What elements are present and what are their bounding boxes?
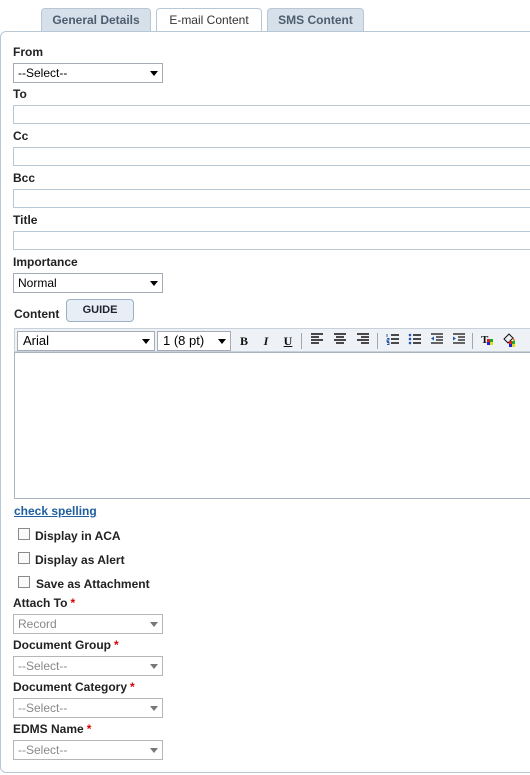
display-as-alert-checkbox[interactable] xyxy=(18,552,30,564)
document-category-value: --Select-- xyxy=(18,701,68,715)
required-mark: * xyxy=(86,722,92,736)
align-right-icon[interactable] xyxy=(355,333,371,349)
font-family-value: Arial xyxy=(23,333,50,348)
display-in-aca-checkbox[interactable] xyxy=(18,528,30,540)
font-size-value: 1 (8 pt) xyxy=(163,333,205,348)
to-label: To xyxy=(13,87,27,101)
required-mark: * xyxy=(70,596,76,610)
underline-button[interactable]: U xyxy=(280,333,296,349)
attach-to-label: Attach To * xyxy=(13,596,76,610)
required-mark: * xyxy=(130,680,135,694)
cc-label: Cc xyxy=(13,129,29,143)
toolbar-separator xyxy=(472,333,473,349)
edms-name-label: EDMS Name * xyxy=(13,722,92,736)
bcc-label: Bcc xyxy=(13,171,36,185)
align-center-icon[interactable] xyxy=(332,333,348,349)
numbered-list-icon[interactable] xyxy=(385,333,401,349)
chevron-down-icon xyxy=(150,281,158,286)
title-input[interactable] xyxy=(13,231,530,250)
importance-select[interactable]: Normal xyxy=(13,273,163,293)
edms-name-select[interactable]: --Select-- xyxy=(13,740,163,760)
document-group-select[interactable]: --Select-- xyxy=(13,656,163,676)
chevron-down-icon xyxy=(150,622,158,627)
align-left-icon[interactable] xyxy=(309,333,325,349)
from-select-value: --Select-- xyxy=(18,66,68,80)
document-category-select[interactable]: --Select-- xyxy=(13,698,163,718)
title-label: Title xyxy=(13,213,38,227)
toolbar-separator xyxy=(301,333,302,349)
italic-button[interactable]: I xyxy=(258,333,274,349)
attach-to-select[interactable]: Record xyxy=(13,614,163,634)
chevron-down-icon xyxy=(150,748,158,753)
text-color-icon[interactable]: T xyxy=(480,333,496,349)
document-group-label: Document Group * xyxy=(13,638,119,652)
save-as-attachment-checkbox[interactable] xyxy=(18,576,30,588)
tab-general-details[interactable]: General Details xyxy=(41,8,151,31)
from-label: From xyxy=(13,45,43,59)
chevron-down-icon xyxy=(150,664,158,669)
document-group-value: --Select-- xyxy=(18,659,68,673)
toolbar-separator xyxy=(377,333,378,349)
required-mark: * xyxy=(114,638,119,652)
editor-toolbar: Arial 1 (8 pt) B I U T xyxy=(14,328,530,352)
chevron-down-icon xyxy=(150,71,158,76)
from-select[interactable]: --Select-- xyxy=(13,63,163,83)
to-input[interactable] xyxy=(13,105,530,124)
guide-button[interactable]: GUIDE xyxy=(66,299,134,322)
content-editor[interactable] xyxy=(14,352,530,499)
font-family-select[interactable]: Arial xyxy=(17,331,155,351)
chevron-down-icon xyxy=(150,706,158,711)
tab-sms-content[interactable]: SMS Content xyxy=(267,8,364,31)
bold-button[interactable]: B xyxy=(236,333,252,349)
font-size-select[interactable]: 1 (8 pt) xyxy=(157,331,231,351)
document-category-label: Document Category * xyxy=(13,680,135,694)
edms-name-value: --Select-- xyxy=(18,743,68,757)
bullet-list-icon[interactable] xyxy=(407,333,423,349)
importance-label: Importance xyxy=(13,255,78,269)
tab-email-content[interactable]: E-mail Content xyxy=(156,8,262,32)
content-label: Content xyxy=(14,307,60,321)
outdent-icon[interactable] xyxy=(429,333,445,349)
importance-select-value: Normal xyxy=(18,276,57,290)
highlight-color-icon[interactable] xyxy=(502,333,518,349)
chevron-down-icon xyxy=(218,339,226,344)
cc-input[interactable] xyxy=(13,147,530,166)
chevron-down-icon xyxy=(142,339,150,344)
save-as-attachment-label: Save as Attachment xyxy=(36,577,150,591)
display-as-alert-label: Display as Alert xyxy=(35,553,125,567)
attach-to-value: Record xyxy=(18,617,57,631)
indent-icon[interactable] xyxy=(451,333,467,349)
bcc-input[interactable] xyxy=(13,189,530,208)
display-in-aca-label: Display in ACA xyxy=(35,529,121,543)
check-spelling-link[interactable]: check spelling xyxy=(14,504,97,518)
